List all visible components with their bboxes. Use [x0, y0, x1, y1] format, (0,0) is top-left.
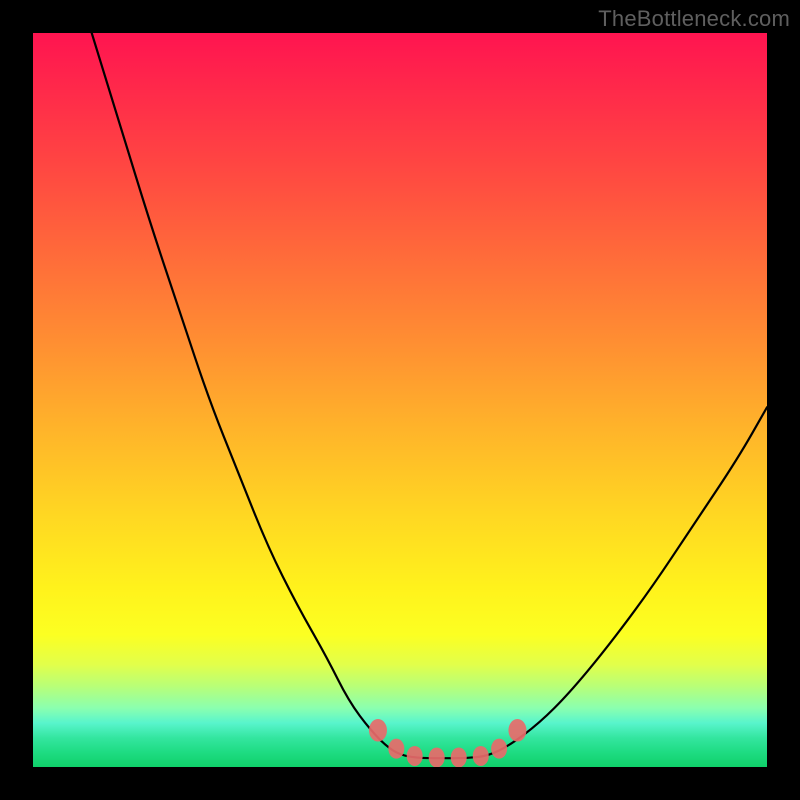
curve-marker	[473, 746, 489, 766]
marker-group	[369, 719, 526, 767]
curve-marker	[388, 739, 404, 759]
curve-marker	[429, 747, 445, 767]
curve-marker	[508, 719, 526, 742]
chart-frame: TheBottleneck.com	[0, 0, 800, 800]
plot-area	[33, 33, 767, 767]
watermark-text: TheBottleneck.com	[598, 6, 790, 32]
curve-group	[92, 33, 767, 758]
curve-marker	[491, 739, 507, 759]
curve-marker	[369, 719, 387, 742]
chart-svg	[33, 33, 767, 767]
bottleneck-curve	[92, 33, 767, 758]
curve-marker	[451, 747, 467, 767]
curve-marker	[407, 746, 423, 766]
